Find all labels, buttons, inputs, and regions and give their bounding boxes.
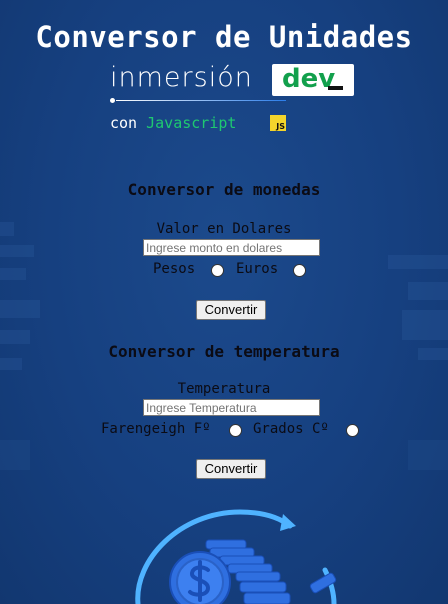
- pesos-label: Pesos: [153, 261, 196, 277]
- pesos-radio[interactable]: [211, 264, 224, 277]
- euros-radio[interactable]: [293, 264, 306, 277]
- fahrenheit-radio[interactable]: [229, 424, 242, 437]
- dollar-label: Valor en Dolares: [156, 221, 292, 237]
- currency-options: Pesos Euros: [0, 261, 448, 279]
- temperature-options: Farengeigh Fº Grados Cº: [0, 421, 448, 439]
- stripe: [402, 310, 448, 340]
- stripe: [408, 440, 448, 470]
- brand-word: inmersión: [110, 62, 253, 93]
- page-title: Conversor de Unidades: [35, 20, 413, 54]
- dollar-amount-input[interactable]: [143, 239, 320, 256]
- temperature-input[interactable]: [143, 399, 320, 416]
- stripe: [0, 440, 30, 470]
- stripe: [0, 300, 40, 318]
- byline-prefix: con: [110, 114, 138, 132]
- temperature-convert-button[interactable]: Convertir: [196, 459, 266, 479]
- js-badge-icon: JS: [270, 115, 286, 131]
- temperature-label: Temperatura: [177, 381, 271, 397]
- currency-heading: Conversor de monedas: [127, 180, 321, 199]
- brand-underline: [110, 98, 286, 103]
- currency-exchange-illustration: [135, 509, 337, 604]
- celsius-label: Grados Cº: [253, 421, 329, 437]
- cursor-underscore: [328, 86, 343, 90]
- underline-dot: [110, 98, 115, 103]
- js-badge-text: JS: [276, 122, 285, 131]
- celsius-radio[interactable]: [346, 424, 359, 437]
- underline-line: [116, 100, 286, 101]
- brand-highlight-box: dev: [272, 64, 354, 96]
- fahrenheit-label: Farengeigh Fº: [101, 421, 211, 437]
- currency-convert-button[interactable]: Convertir: [196, 300, 266, 320]
- stripe: [0, 245, 34, 257]
- temperature-heading: Conversor de temperatura: [108, 342, 340, 361]
- euros-label: Euros: [236, 261, 279, 277]
- byline: con Javascript: [110, 114, 236, 132]
- stripe: [408, 282, 448, 300]
- byline-language: Javascript: [146, 114, 237, 132]
